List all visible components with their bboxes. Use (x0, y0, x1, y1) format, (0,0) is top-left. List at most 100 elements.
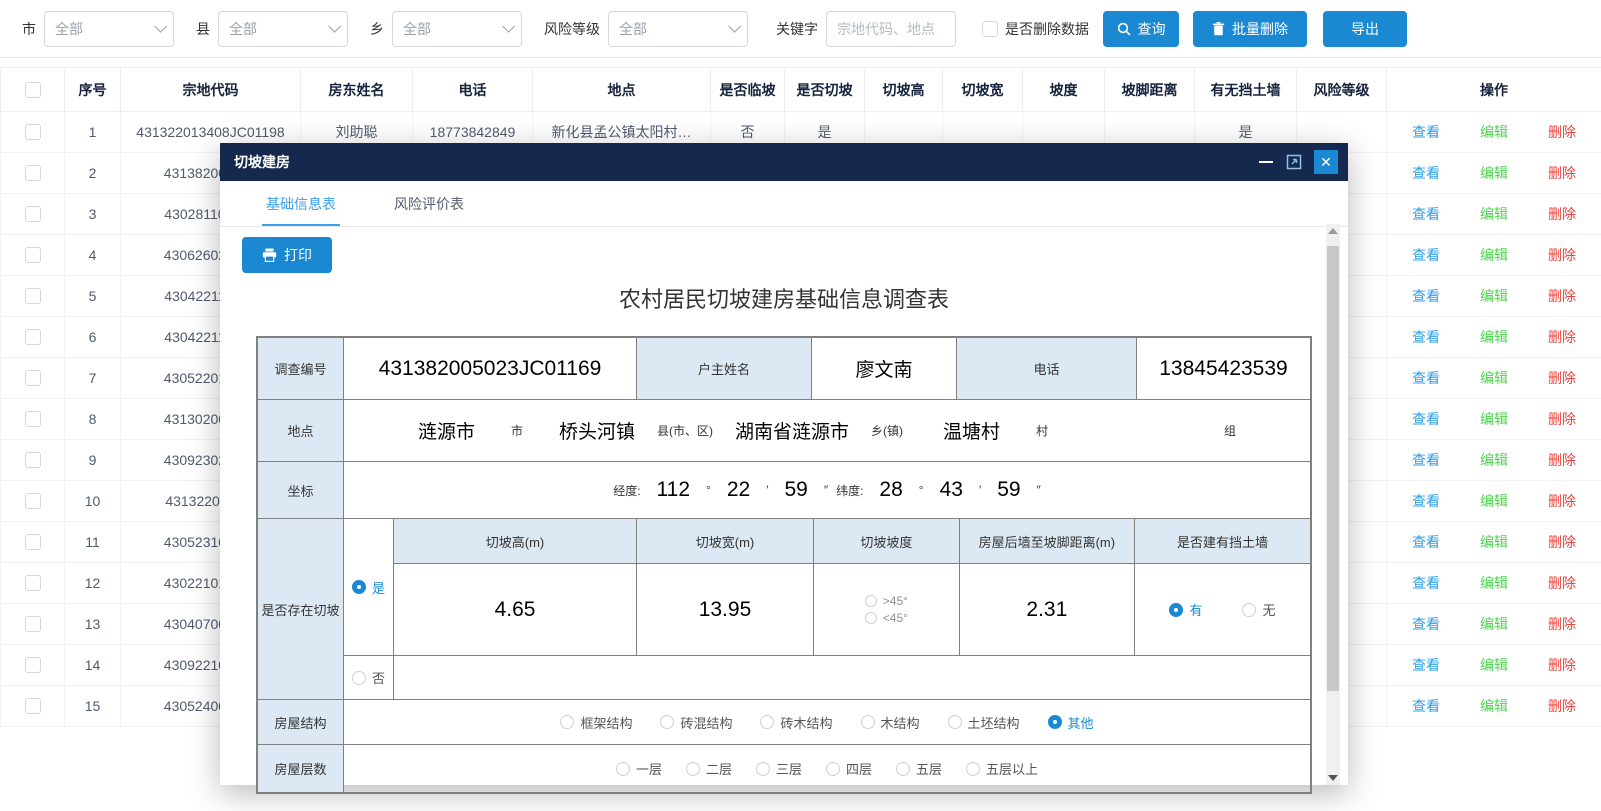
radio-structure-木结构[interactable]: 木结构 (861, 713, 920, 732)
row-checkbox[interactable] (25, 534, 41, 550)
scroll-up-arrow-icon[interactable] (1328, 226, 1338, 236)
export-button[interactable]: 导出 (1323, 11, 1407, 47)
minimize-button[interactable] (1258, 151, 1274, 173)
del-link[interactable]: 删除 (1548, 655, 1576, 675)
edit-link[interactable]: 编辑 (1480, 532, 1508, 552)
view-link[interactable]: 查看 (1412, 204, 1440, 224)
del-link[interactable]: 删除 (1548, 450, 1576, 470)
county-select[interactable]: 全部 (218, 11, 348, 47)
query-button[interactable]: 查询 (1103, 11, 1179, 47)
del-link[interactable]: 删除 (1548, 573, 1576, 593)
radio-slope-lt45[interactable]: <45° (865, 611, 908, 625)
view-link[interactable]: 查看 (1412, 122, 1440, 142)
edit-link[interactable]: 编辑 (1480, 204, 1508, 224)
row-checkbox[interactable] (25, 370, 41, 386)
radio-floors-三层[interactable]: 三层 (756, 759, 802, 778)
radio-wall-yes[interactable]: 有 (1169, 600, 1202, 619)
del-link[interactable]: 删除 (1548, 696, 1576, 716)
keyword-input[interactable] (826, 11, 956, 47)
radio-cut-exist-no[interactable]: 否 (352, 668, 385, 687)
row-checkbox[interactable] (25, 616, 41, 632)
del-link[interactable]: 删除 (1548, 327, 1576, 347)
edit-link[interactable]: 编辑 (1480, 368, 1508, 388)
view-link[interactable]: 查看 (1412, 573, 1440, 593)
view-link[interactable]: 查看 (1412, 696, 1440, 716)
view-link[interactable]: 查看 (1412, 163, 1440, 183)
del-link[interactable]: 删除 (1548, 532, 1576, 552)
del-link[interactable]: 删除 (1548, 163, 1576, 183)
view-link[interactable]: 查看 (1412, 450, 1440, 470)
view-link[interactable]: 查看 (1412, 245, 1440, 265)
select-all-checkbox[interactable] (25, 82, 41, 98)
view-link[interactable]: 查看 (1412, 368, 1440, 388)
city-select[interactable]: 全部 (44, 11, 174, 47)
row-checkbox[interactable] (25, 288, 41, 304)
batch-delete-button[interactable]: 批量删除 (1193, 11, 1307, 47)
row-checkbox[interactable] (25, 698, 41, 714)
del-link[interactable]: 删除 (1548, 286, 1576, 306)
del-link[interactable]: 删除 (1548, 368, 1576, 388)
radio-dot (686, 762, 700, 776)
del-link[interactable]: 删除 (1548, 122, 1576, 142)
row-checkbox[interactable] (25, 206, 41, 222)
edit-link[interactable]: 编辑 (1480, 614, 1508, 634)
radio-structure-框架结构[interactable]: 框架结构 (560, 713, 632, 732)
view-link[interactable]: 查看 (1412, 655, 1440, 675)
radio-floors-五层以上[interactable]: 五层以上 (966, 759, 1038, 778)
radio-structure-砖木结构[interactable]: 砖木结构 (760, 713, 832, 732)
view-link[interactable]: 查看 (1412, 327, 1440, 347)
view-link[interactable]: 查看 (1412, 614, 1440, 634)
radio-structure-其他[interactable]: 其他 (1048, 713, 1094, 732)
edit-link[interactable]: 编辑 (1480, 491, 1508, 511)
del-link[interactable]: 删除 (1548, 245, 1576, 265)
edit-link[interactable]: 编辑 (1480, 122, 1508, 142)
del-link[interactable]: 删除 (1548, 491, 1576, 511)
close-button[interactable]: ✕ (1314, 150, 1338, 174)
del-link[interactable]: 删除 (1548, 614, 1576, 634)
row-checkbox[interactable] (25, 165, 41, 181)
edit-link[interactable]: 编辑 (1480, 573, 1508, 593)
row-checkbox[interactable] (25, 657, 41, 673)
radio-dot (760, 715, 774, 729)
risk-level-select[interactable]: 全部 (608, 11, 748, 47)
radio-floors-二层[interactable]: 二层 (686, 759, 732, 778)
edit-link[interactable]: 编辑 (1480, 655, 1508, 675)
row-checkbox[interactable] (25, 124, 41, 140)
tab-risk-eval[interactable]: 风险评价表 (394, 181, 464, 226)
scrollbar-thumb[interactable] (1327, 246, 1339, 691)
radio-floors-一层[interactable]: 一层 (616, 759, 662, 778)
township-select[interactable]: 全部 (392, 11, 522, 47)
edit-link[interactable]: 编辑 (1480, 409, 1508, 429)
row-checkbox[interactable] (25, 493, 41, 509)
edit-link[interactable]: 编辑 (1480, 450, 1508, 470)
scroll-down-arrow-icon[interactable] (1328, 773, 1338, 783)
radio-floors-五层[interactable]: 五层 (896, 759, 942, 778)
radio-wall-no[interactable]: 无 (1242, 600, 1275, 619)
radio-cut-exist-yes[interactable]: 是 (352, 578, 385, 597)
tab-base-info[interactable]: 基础信息表 (266, 181, 336, 226)
view-link[interactable]: 查看 (1412, 491, 1440, 511)
view-link[interactable]: 查看 (1412, 532, 1440, 552)
edit-link[interactable]: 编辑 (1480, 163, 1508, 183)
edit-link[interactable]: 编辑 (1480, 327, 1508, 347)
row-checkbox[interactable] (25, 247, 41, 263)
edit-link[interactable]: 编辑 (1480, 286, 1508, 306)
subtable-header-row: 切坡高(m) 切坡宽(m) 切坡坡度 房屋后墙至坡脚距离(m) 是否建有挡土墙 (393, 519, 1310, 563)
row-checkbox[interactable] (25, 411, 41, 427)
edit-link[interactable]: 编辑 (1480, 696, 1508, 716)
del-link[interactable]: 删除 (1548, 409, 1576, 429)
radio-floors-四层[interactable]: 四层 (826, 759, 872, 778)
edit-link[interactable]: 编辑 (1480, 245, 1508, 265)
row-checkbox[interactable] (25, 452, 41, 468)
row-checkbox[interactable] (25, 575, 41, 591)
view-link[interactable]: 查看 (1412, 286, 1440, 306)
del-link[interactable]: 删除 (1548, 204, 1576, 224)
show-deleted-checkbox[interactable] (982, 21, 998, 37)
view-link[interactable]: 查看 (1412, 409, 1440, 429)
radio-structure-砖混结构[interactable]: 砖混结构 (660, 713, 732, 732)
row-checkbox[interactable] (25, 329, 41, 345)
radio-structure-土坯结构[interactable]: 土坯结构 (948, 713, 1020, 732)
maximize-button[interactable] (1286, 154, 1302, 170)
print-button[interactable]: 打印 (242, 237, 332, 273)
radio-slope-gt45[interactable]: >45° (865, 594, 908, 608)
